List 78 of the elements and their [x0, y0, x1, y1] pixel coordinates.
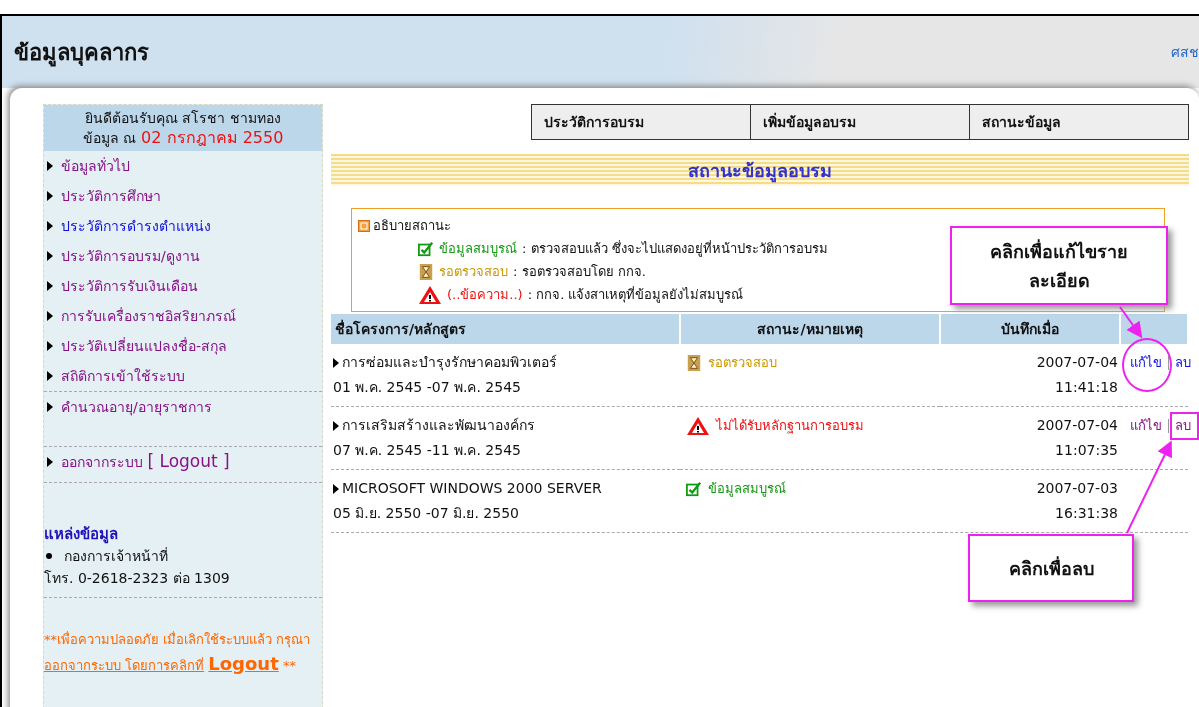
sidebar-link[interactable]: ประวัติการดำรงตำแหน่ง [61, 215, 211, 237]
bullet-arrow-icon [47, 221, 53, 231]
saved-date: 2007-07-04 [1035, 416, 1118, 435]
course-name: MICROSOFT WINDOWS 2000 SERVER [342, 479, 602, 498]
sidebar-link[interactable]: ประวัติการอบรม/ดูงาน [61, 245, 200, 267]
course-name: การซ่อมและบำรุงรักษาคอมพิวเตอร์ [342, 353, 557, 373]
bullet-arrow-icon [47, 251, 53, 261]
bullet-arrow-icon [47, 371, 53, 381]
sidebar-link[interactable]: ประวัติการศึกษา [61, 185, 161, 207]
bullet-arrow-icon [333, 357, 339, 368]
column-header: บันทึกเมื่อ [940, 314, 1120, 344]
sidebar-link[interactable]: ข้อมูลทั่วไป [61, 155, 130, 177]
source-org: กองการเจ้าหน้าที่ [64, 546, 168, 566]
bullet-arrow-icon [47, 341, 53, 351]
sidebar-link[interactable]: ประวัติการรับเงินเดือน [61, 275, 198, 297]
bullet-arrow-icon [47, 402, 53, 412]
saved-date: 2007-07-04 [1035, 353, 1118, 372]
saved-date: 2007-07-03 [1035, 479, 1118, 498]
status-text: ข้อมูลสมบูรณ์ [708, 480, 786, 499]
callout-text: คลิกเพื่อลบ [1008, 555, 1094, 581]
course-period: 07 พ.ค. 2545 -11 พ.ค. 2545 [333, 441, 522, 460]
status-text: ไม่ได้รับหลักฐานการอบรม [716, 417, 864, 436]
bullet-icon [46, 553, 52, 559]
page-title: ข้อมูลบุคลากร [14, 38, 149, 69]
bullet-arrow-icon [333, 420, 339, 431]
callout-arrow [1119, 306, 1143, 339]
legend-icon [358, 219, 370, 232]
source-heading: แหล่งข้อมูล [44, 524, 119, 545]
tab[interactable]: เพิ่มข้อมูลอบรม [750, 105, 969, 139]
delete-link[interactable]: ลบ [1175, 418, 1191, 433]
highlight-circle [1122, 338, 1172, 392]
date-text: 02 กรกฎาคม 2550 [141, 128, 284, 148]
delete-link[interactable]: ลบ [1175, 355, 1191, 370]
bullet-arrow-icon [47, 191, 53, 201]
check-icon [686, 480, 702, 497]
legend-title: อธิบายสถานะ [373, 217, 451, 235]
legend-text: : กกจ. แจ้งสาเหตุที่ข้อมูลยังไม่สมบูรณ์ [527, 285, 744, 305]
edit-link[interactable]: แก้ไข [1130, 355, 1162, 370]
date-label: ข้อมูล ณ [82, 129, 137, 148]
column-header: ชื่อโครงการ/หลักสูตร [331, 314, 680, 344]
column-header: สถานะ/หมายเหตุ [680, 314, 940, 344]
tab[interactable]: สถานะข้อมูล [969, 105, 1188, 139]
sidebar-link[interactable]: สถิติการเข้าใช้ระบบ [61, 365, 185, 387]
bullet-arrow-icon [333, 483, 339, 494]
saved-time: 11:07:35 [1054, 441, 1118, 460]
legend-label: ข้อมูลสมบูรณ์ [439, 240, 517, 259]
course-period: 01 พ.ค. 2545 -07 พ.ค. 2545 [333, 378, 522, 397]
hourglass-icon [418, 263, 434, 280]
callout-text: คลิกเพื่อแก้ไขรายละเอียด [989, 238, 1129, 293]
sidebar-link[interactable]: คำนวณอายุ/อายุราชการ [61, 396, 212, 418]
sidebar-link[interactable]: การรับเครื่องราชอิสริยาภรณ์ [61, 305, 236, 327]
bullet-arrow-icon [47, 281, 53, 291]
section-title: สถานะข้อมูลอบรม [688, 158, 832, 185]
legend-label: รอตรวจสอบ [439, 263, 508, 281]
edit-link[interactable]: แก้ไข [1130, 418, 1162, 433]
course-period: 05 มิ.ย. 2550 -07 มิ.ย. 2550 [333, 504, 520, 523]
course-name: การเสริมสร้างและพัฒนาองค์กร [342, 416, 535, 435]
logout-link[interactable]: ออกจากระบบ [ Logout ] [61, 451, 230, 473]
saved-time: 11:41:18 [1054, 378, 1118, 397]
status-text: รอตรวจสอบ [708, 354, 777, 372]
welcome-text: ยินดีต้อนรับคุณ สโรชา ชามทอง [85, 109, 281, 128]
header-link[interactable]: ศสช [1171, 41, 1199, 63]
bullet-arrow-icon [47, 457, 53, 467]
hourglass-icon [686, 354, 702, 371]
legend-text: : ตรวจสอบแล้ว ซึ่งจะไปแสดงอยู่ที่หน้าประวัติการอบรม [522, 239, 828, 259]
security-note: **เพื่อความปลอดภัย เมื่อเลิกใช้ระบบแล้ว กรุณา ออกจากระบบ โดยการคลิกที่ Logout ** [44, 597, 322, 678]
check-icon [418, 240, 434, 257]
bullet-arrow-icon [47, 161, 53, 171]
tab[interactable]: ประวัติการอบรม [532, 105, 750, 139]
legend-label: (..ข้อความ..) [447, 286, 523, 304]
warning-icon [686, 415, 710, 436]
highlight-frame [1170, 412, 1199, 440]
sidebar-link[interactable]: ประวัติเปลี่ยนแปลงชื่อ-สกุล [61, 335, 228, 357]
bullet-arrow-icon [47, 311, 53, 321]
saved-time: 16:31:38 [1054, 504, 1118, 523]
legend-text: : รอตรวจสอบโดย กกจ. [513, 263, 646, 281]
warning-icon [418, 284, 442, 305]
source-phone: โทร. 0-2618-2323 ต่อ 1309 [44, 569, 231, 588]
